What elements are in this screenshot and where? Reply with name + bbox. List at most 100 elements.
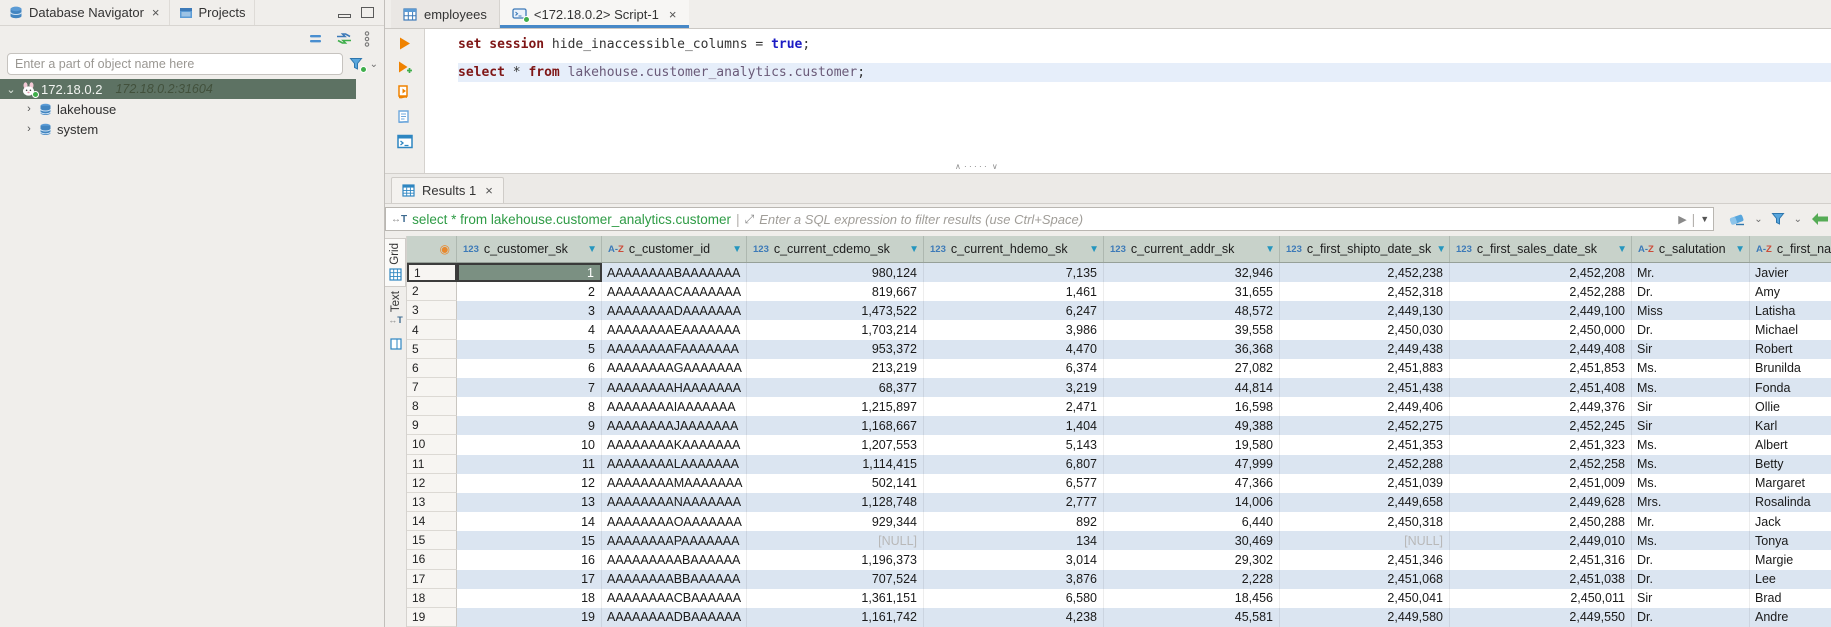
cell-c_current_hdemo_sk[interactable]: 4,238 (924, 608, 1104, 627)
cell-c_current_cdemo_sk[interactable]: 1,361,151 (747, 589, 924, 608)
cell-c_customer_sk[interactable]: 15 (457, 531, 602, 550)
cell-c_salutation[interactable]: Ms. (1632, 455, 1750, 474)
maximize-view-icon[interactable] (361, 7, 374, 18)
row-number-cell[interactable]: 3 (407, 301, 457, 320)
cell-c_current_cdemo_sk[interactable]: 707,524 (747, 570, 924, 589)
cell-c_first_sales_date_sk[interactable]: 2,451,408 (1450, 378, 1632, 397)
cell-c_customer_sk[interactable]: 16 (457, 550, 602, 569)
cell-c_salutation[interactable]: Sir (1632, 589, 1750, 608)
cell-c_salutation[interactable]: Mrs. (1632, 493, 1750, 512)
cell-c_customer_sk[interactable]: 19 (457, 608, 602, 627)
cell-c_salutation[interactable]: Ms. (1632, 378, 1750, 397)
row-number-cell[interactable]: 13 (407, 493, 457, 512)
cell-c_first_sales_date_sk[interactable]: 2,451,038 (1450, 570, 1632, 589)
cell-c_first_shipto_date_sk[interactable]: 2,451,039 (1280, 474, 1450, 493)
cell-c_customer_sk[interactable]: 14 (457, 512, 602, 531)
cell-c_first_na[interactable]: Tonya (1750, 531, 1831, 550)
cell-c_current_hdemo_sk[interactable]: 892 (924, 512, 1104, 531)
cell-c_first_shipto_date_sk[interactable]: 2,450,041 (1280, 589, 1450, 608)
cell-c_current_addr_sk[interactable]: 2,228 (1104, 570, 1280, 589)
sort-dropdown-icon[interactable]: ▼ (587, 244, 597, 255)
apply-filter-icon[interactable]: ▶ (1678, 213, 1686, 226)
view-menu-kebab-icon[interactable] (364, 31, 370, 47)
cell-c_current_cdemo_sk[interactable]: 213,219 (747, 359, 924, 378)
cell-c_first_na[interactable]: Javier (1750, 263, 1831, 282)
cell-c_customer_sk[interactable]: 2 (457, 282, 602, 301)
cell-c_customer_id[interactable]: AAAAAAAAOAAAAAAA (602, 512, 747, 531)
cell-c_current_cdemo_sk[interactable]: 929,344 (747, 512, 924, 531)
cell-c_customer_id[interactable]: AAAAAAAAMAAAAAAA (602, 474, 747, 493)
cell-c_first_shipto_date_sk[interactable]: 2,449,580 (1280, 608, 1450, 627)
cell-c_current_hdemo_sk[interactable]: 1,404 (924, 416, 1104, 435)
collapse-all-icon[interactable] (309, 34, 324, 44)
cell-c_customer_sk[interactable]: 1 (457, 263, 602, 282)
column-header-c_first_sales_date_sk[interactable]: 123c_first_sales_date_sk▼ (1450, 236, 1632, 262)
expand-filter-icon[interactable]: ⤢ (745, 212, 755, 227)
cell-c_first_sales_date_sk[interactable]: 2,449,376 (1450, 397, 1632, 416)
cell-c_first_sales_date_sk[interactable]: 2,449,010 (1450, 531, 1632, 550)
cell-c_first_na[interactable]: Jack (1750, 512, 1831, 531)
cell-c_current_cdemo_sk[interactable]: 953,372 (747, 340, 924, 359)
cell-c_first_na[interactable]: Latisha (1750, 301, 1831, 320)
cell-c_first_na[interactable]: Fonda (1750, 378, 1831, 397)
cell-c_current_cdemo_sk[interactable]: 1,161,742 (747, 608, 924, 627)
cell-c_first_sales_date_sk[interactable]: 2,452,245 (1450, 416, 1632, 435)
sql-code-line[interactable]: select * from lakehouse.customer_analyti… (458, 63, 1831, 82)
cell-c_customer_id[interactable]: AAAAAAAAEAAAAAAA (602, 320, 747, 339)
cell-c_current_cdemo_sk[interactable]: [NULL] (747, 531, 924, 550)
sort-dropdown-icon[interactable]: ▼ (1089, 244, 1099, 255)
cell-c_customer_sk[interactable]: 8 (457, 397, 602, 416)
cell-c_customer_sk[interactable]: 10 (457, 435, 602, 454)
row-number-cell[interactable]: 2 (407, 282, 457, 301)
filters-funnel-icon[interactable] (1771, 212, 1786, 226)
execute-statement-icon[interactable] (397, 36, 412, 51)
cell-c_first_na[interactable]: Brunilda (1750, 359, 1831, 378)
cell-c_current_addr_sk[interactable]: 27,082 (1104, 359, 1280, 378)
cell-c_current_cdemo_sk[interactable]: 502,141 (747, 474, 924, 493)
cell-c_salutation[interactable]: Ms. (1632, 531, 1750, 550)
cell-c_current_hdemo_sk[interactable]: 6,247 (924, 301, 1104, 320)
cell-c_current_addr_sk[interactable]: 36,368 (1104, 340, 1280, 359)
cell-c_current_hdemo_sk[interactable]: 3,219 (924, 378, 1104, 397)
row-number-cell[interactable]: 14 (407, 512, 457, 531)
cell-c_first_shipto_date_sk[interactable]: 2,451,068 (1280, 570, 1450, 589)
cell-c_first_sales_date_sk[interactable]: 2,451,009 (1450, 474, 1632, 493)
sort-dropdown-icon[interactable]: ▼ (909, 244, 919, 255)
cell-c_first_shipto_date_sk[interactable]: 2,451,346 (1280, 550, 1450, 569)
cell-c_first_sales_date_sk[interactable]: 2,450,288 (1450, 512, 1632, 531)
cell-c_first_shipto_date_sk[interactable]: 2,452,275 (1280, 416, 1450, 435)
sort-dropdown-icon[interactable]: ▼ (1436, 244, 1446, 255)
cell-c_first_shipto_date_sk[interactable]: [NULL] (1280, 531, 1450, 550)
cell-c_first_sales_date_sk[interactable]: 2,451,316 (1450, 550, 1632, 569)
cell-c_salutation[interactable]: Miss (1632, 301, 1750, 320)
filter-funnel-icon[interactable] (349, 57, 364, 71)
cell-c_current_hdemo_sk[interactable]: 2,471 (924, 397, 1104, 416)
row-number-cell[interactable]: 6 (407, 359, 457, 378)
cell-c_current_addr_sk[interactable]: 16,598 (1104, 397, 1280, 416)
cell-c_salutation[interactable]: Sir (1632, 416, 1750, 435)
cell-c_current_addr_sk[interactable]: 18,456 (1104, 589, 1280, 608)
cell-c_first_shipto_date_sk[interactable]: 2,450,030 (1280, 320, 1450, 339)
cell-c_first_sales_date_sk[interactable]: 2,452,208 (1450, 263, 1632, 282)
cell-c_customer_id[interactable]: AAAAAAAALAAAAAAA (602, 455, 747, 474)
cell-c_first_na[interactable]: Rosalinda (1750, 493, 1831, 512)
cell-c_current_hdemo_sk[interactable]: 6,577 (924, 474, 1104, 493)
cell-c_salutation[interactable]: Ms. (1632, 474, 1750, 493)
column-header-c_current_addr_sk[interactable]: 123c_current_addr_sk▼ (1104, 236, 1280, 262)
cell-c_current_hdemo_sk[interactable]: 6,374 (924, 359, 1104, 378)
row-number-cell[interactable]: 18 (407, 589, 457, 608)
row-number-cell[interactable]: 11 (407, 455, 457, 474)
cell-c_current_addr_sk[interactable]: 47,366 (1104, 474, 1280, 493)
cell-c_customer_id[interactable]: AAAAAAAACBAAAAAA (602, 589, 747, 608)
cell-c_first_shipto_date_sk[interactable]: 2,452,288 (1280, 455, 1450, 474)
cell-c_customer_sk[interactable]: 5 (457, 340, 602, 359)
cell-c_first_na[interactable]: Michael (1750, 320, 1831, 339)
sort-dropdown-icon[interactable]: ▼ (732, 244, 742, 255)
erase-filter-icon[interactable] (1728, 212, 1746, 226)
cell-c_first_na[interactable]: Lee (1750, 570, 1831, 589)
cell-c_salutation[interactable]: Mr. (1632, 512, 1750, 531)
column-header-c_salutation[interactable]: A-Zc_salutation▼ (1632, 236, 1750, 262)
close-icon[interactable]: × (152, 5, 160, 20)
column-header-c_first_na[interactable]: A-Zc_first_na▼ (1750, 236, 1831, 262)
column-header-c_current_cdemo_sk[interactable]: 123c_current_cdemo_sk▼ (747, 236, 924, 262)
